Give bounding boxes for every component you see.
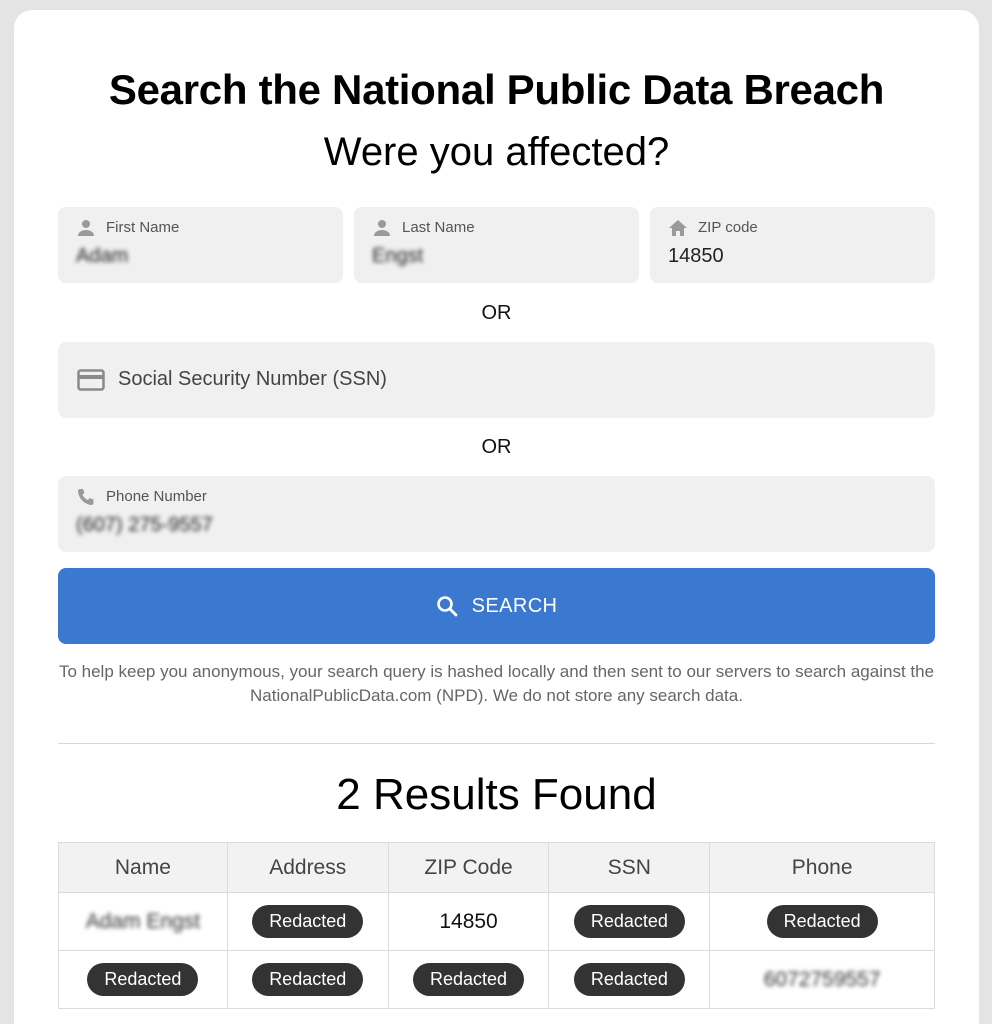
- zip-code-value: 14850: [668, 245, 724, 267]
- divider: [58, 743, 935, 744]
- first-name-field[interactable]: First Name Adam: [58, 207, 343, 283]
- last-name-field[interactable]: Last Name Engst: [354, 207, 639, 283]
- home-icon: [669, 220, 687, 236]
- name-value: Adam Engst: [85, 909, 201, 933]
- column-header-ssn: SSN: [548, 842, 711, 893]
- search-icon: [436, 596, 458, 617]
- results-heading: 2 Results Found: [336, 770, 657, 819]
- table-row: Adam Engst Redacted 14850 Redacted Redac…: [58, 892, 935, 951]
- redacted-badge: Redacted: [766, 905, 878, 938]
- last-name-value: Engst: [372, 245, 424, 267]
- or-separator: OR: [481, 302, 512, 324]
- ssn-placeholder: Social Security Number (SSN): [118, 368, 387, 390]
- table-cell: 14850: [387, 892, 550, 951]
- table-header-row: Name Address ZIP Code SSN Phone: [58, 842, 935, 893]
- column-header-address: Address: [226, 842, 389, 893]
- column-header-name: Name: [58, 842, 228, 893]
- table-cell: Redacted: [548, 950, 711, 1009]
- redacted-badge: Redacted: [87, 963, 199, 996]
- credit-card-icon: [77, 369, 105, 391]
- last-name-label: Last Name: [402, 219, 475, 236]
- or-separator: OR: [481, 436, 512, 458]
- phone-value: 6072759557: [763, 967, 881, 991]
- search-button[interactable]: SEARCH: [58, 568, 935, 644]
- redacted-badge: Redacted: [413, 963, 525, 996]
- redacted-badge: Redacted: [252, 905, 364, 938]
- zip-code-field[interactable]: ZIP code 14850: [650, 207, 935, 283]
- table-row: Redacted Redacted Redacted Redacted 6072…: [58, 950, 935, 1009]
- zip-code-label: ZIP code: [698, 219, 758, 236]
- privacy-note: To help keep you anonymous, your search …: [58, 662, 935, 705]
- ssn-field[interactable]: Social Security Number (SSN): [58, 342, 935, 418]
- first-name-value: Adam: [76, 245, 129, 267]
- search-card: Search the National Public Data Breach W…: [14, 10, 979, 1024]
- redacted-badge: Redacted: [252, 963, 364, 996]
- table-cell: Redacted: [226, 892, 389, 951]
- page-subtitle: Were you affected?: [323, 130, 670, 174]
- phone-field[interactable]: Phone Number (607) 275-9557: [58, 476, 935, 552]
- person-icon: [374, 220, 390, 236]
- table-cell: Redacted: [387, 950, 550, 1009]
- first-name-label: First Name: [106, 219, 180, 236]
- results-table: Name Address ZIP Code SSN Phone Adam Eng…: [58, 842, 935, 1009]
- phone-icon: [78, 489, 94, 505]
- table-cell: 6072759557: [709, 950, 935, 1009]
- phone-label: Phone Number: [106, 488, 207, 505]
- search-button-label: SEARCH: [471, 594, 558, 617]
- table-cell: Redacted: [548, 892, 711, 951]
- table-cell: Redacted: [58, 950, 228, 1009]
- table-cell: Adam Engst: [58, 892, 228, 951]
- redacted-badge: Redacted: [573, 963, 685, 996]
- column-header-phone: Phone: [709, 842, 935, 893]
- page-title: Search the National Public Data Breach: [108, 66, 885, 113]
- table-cell: Redacted: [709, 892, 935, 951]
- zip-value: 14850: [439, 909, 498, 933]
- person-icon: [78, 220, 94, 236]
- redacted-badge: Redacted: [573, 905, 685, 938]
- column-header-zip: ZIP Code: [387, 842, 550, 893]
- phone-value: (607) 275-9557: [76, 514, 213, 536]
- table-cell: Redacted: [226, 950, 389, 1009]
